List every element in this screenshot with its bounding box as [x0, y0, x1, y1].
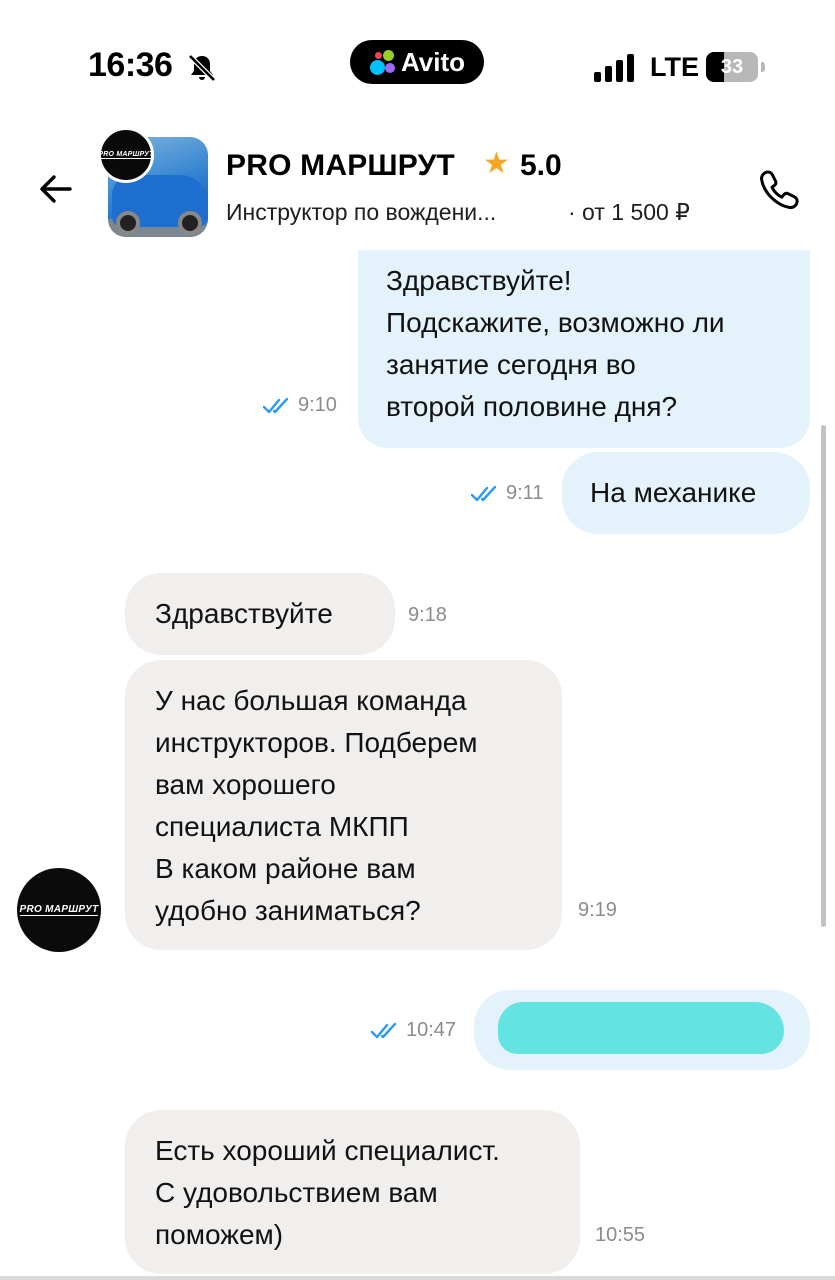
battery-level: 33 [720, 55, 744, 78]
message-meta: 9:19 [578, 899, 617, 922]
double-check-icon [262, 397, 289, 413]
message-line: Есть хороший специалист. [155, 1135, 500, 1166]
status-time: 16:36 [88, 46, 173, 84]
message-bubble-outgoing[interactable]: Здравствуйте! Подскажите, возможно ли за… [358, 250, 810, 448]
message-bubble-incoming[interactable]: У нас большая команда инструкторов. Подб… [125, 660, 562, 950]
message-meta: 9:11 [470, 482, 543, 505]
message-meta: 10:55 [595, 1224, 645, 1247]
message-bubble-incoming[interactable]: Здравствуйте [125, 573, 395, 655]
message-line: С удовольствием вам [155, 1177, 438, 1208]
message-time: 10:47 [406, 1019, 457, 1041]
chat-header: PRO МАРШРУТ PRO МАРШРУТ ★ 5.0 Инструктор… [0, 125, 835, 253]
message-line: инструкторов. Подберем [155, 727, 478, 758]
back-arrow-icon[interactable] [36, 169, 76, 209]
star-icon: ★ [483, 147, 510, 180]
message-time: 10:55 [595, 1224, 646, 1246]
message-line: специалиста МКПП [155, 811, 409, 842]
avito-app-label: Avito [400, 46, 466, 77]
message-line: Здравствуйте! [386, 265, 572, 296]
seller-rating: 5.0 [520, 149, 562, 182]
bell-slash-icon [188, 54, 216, 82]
message-time: 9:11 [506, 482, 544, 504]
message-line: поможем) [155, 1219, 284, 1250]
seller-name[interactable]: PRO МАРШРУТ [226, 149, 455, 183]
bottom-edge [0, 1276, 835, 1280]
avito-app-pill[interactable]: Avito [350, 40, 484, 84]
listing-price: · от 1 500 ₽ [568, 199, 690, 225]
double-check-icon [470, 485, 497, 501]
network-type: LTE [650, 52, 699, 82]
avito-logo-icon [369, 48, 397, 76]
listing-title[interactable]: Инструктор по вождени... [226, 199, 496, 226]
scrollbar[interactable] [821, 425, 826, 927]
message-line: Здравствуйте [155, 598, 333, 629]
message-line: удобно заниматься? [155, 895, 421, 926]
signal-icon [594, 54, 634, 82]
phone-icon[interactable] [756, 167, 802, 213]
seller-avatar-text: PRO МАРШРУТ [19, 904, 99, 916]
battery-tip [761, 62, 765, 72]
message-line: второй половине дня? [386, 391, 678, 422]
message-bubble-outgoing[interactable]: На механике [562, 452, 810, 534]
message-time: 9:19 [578, 899, 617, 921]
message-line: У нас большая команда [155, 685, 467, 716]
message-bubble-incoming[interactable]: Есть хороший специалист. С удовольствием… [125, 1110, 580, 1274]
message-meta: 9:18 [408, 604, 447, 627]
message-line: вам хорошего [155, 769, 336, 800]
redacted-message-overlay [498, 1002, 784, 1054]
message-line: Подскажите, возможно ли [386, 307, 725, 338]
double-check-icon [370, 1022, 397, 1038]
status-bar: 16:36 Avito LTE 33 [0, 0, 835, 130]
message-line: На механике [590, 477, 757, 508]
seller-avatar[interactable]: PRO МАРШРУТ [17, 868, 101, 952]
message-meta: 9:10 [262, 394, 337, 417]
message-meta: 10:47 [370, 1019, 456, 1042]
battery-icon: 33 [706, 52, 758, 82]
message-time: 9:10 [298, 394, 337, 416]
seller-logo-text: PRO МАРШРУТ [98, 151, 154, 159]
message-time: 9:18 [408, 604, 447, 626]
message-line: В каком районе вам [155, 853, 416, 884]
seller-logo: PRO МАРШРУТ [98, 127, 154, 183]
message-line: занятие сегодня во [386, 349, 636, 380]
